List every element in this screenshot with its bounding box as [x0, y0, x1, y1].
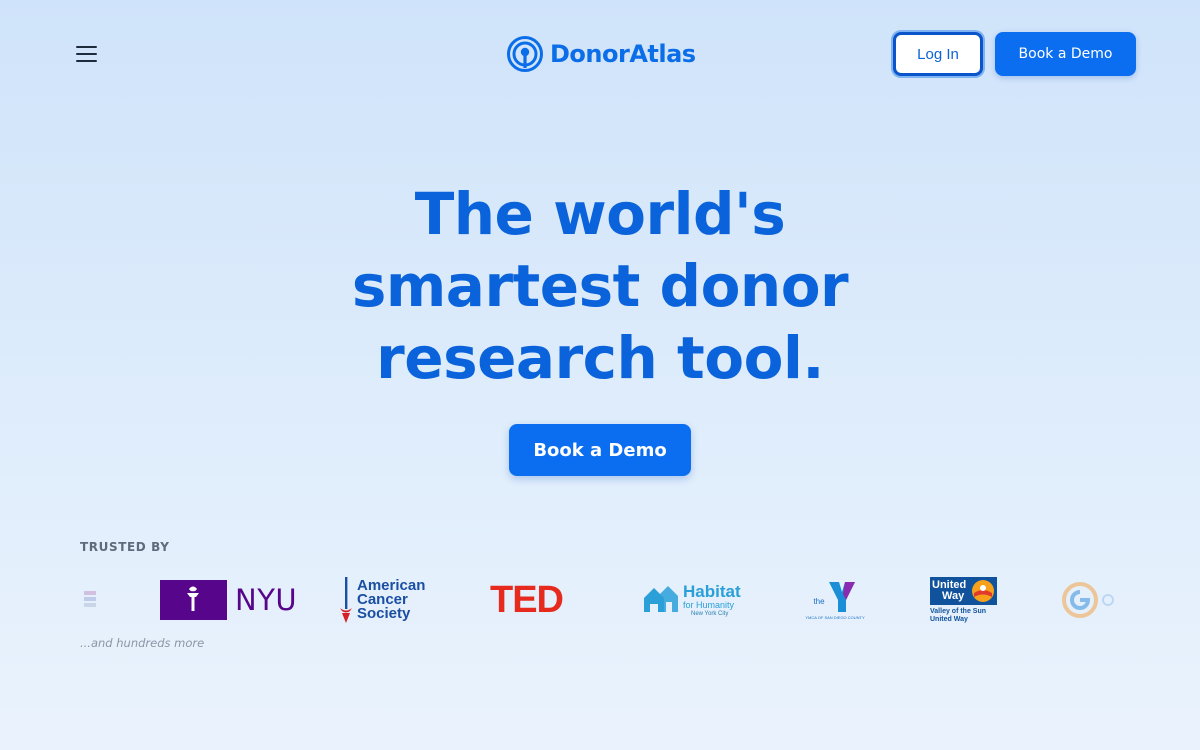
logo-carousel: NYU American Cancer Society TED Habitat … — [80, 570, 1120, 630]
hero-title-line: research tool. — [376, 324, 824, 392]
ymca-sub-text: YMCA OF SAN DIEGO COUNTY — [805, 615, 865, 620]
hero-title-line: smartest donor — [351, 252, 849, 320]
hamburger-menu-icon[interactable] — [70, 40, 102, 68]
radar-icon — [507, 36, 543, 72]
hero-title-line: The world's — [414, 180, 786, 248]
logo-habitat-for-humanity: Habitat for Humanity New York City — [642, 570, 741, 630]
book-demo-button-hero[interactable]: Book a Demo — [509, 424, 691, 476]
nyu-torch-icon — [160, 580, 227, 620]
united-way-sun-icon — [972, 579, 994, 602]
united-way-line-1: United — [932, 578, 967, 591]
united-way-line-3: Valley of the Sun — [930, 607, 987, 615]
acs-sword-icon — [340, 577, 352, 623]
united-way-line-4: United Way — [930, 615, 968, 623]
logo-partial-right — [1060, 570, 1120, 630]
book-demo-button-header[interactable]: Book a Demo — [995, 32, 1136, 76]
brand-logo[interactable]: DonorAtlas — [506, 34, 696, 74]
habitat-line-2: for Humanity — [683, 599, 735, 610]
logo-american-cancer-society: American Cancer Society — [338, 570, 425, 630]
brand-name: DonorAtlas — [550, 40, 696, 68]
habitat-line-3: New York City — [691, 610, 729, 617]
united-way-line-2: Way — [942, 589, 965, 602]
site-header: DonorAtlas Log In Book a Demo — [0, 0, 1200, 110]
hundreds-more-text: ...and hundreds more — [80, 636, 205, 650]
ymca-y-icon — [828, 582, 855, 612]
nyu-text: NYU — [235, 583, 298, 617]
logo-ymca: the YMCA OF SAN DIEGO COUNTY — [804, 570, 866, 630]
habitat-houses-icon — [644, 586, 678, 612]
trusted-by-label: TRUSTED BY — [80, 540, 170, 554]
acs-line-3: Society — [357, 605, 411, 622]
hero-title: The world's smartest donor research tool… — [300, 178, 900, 394]
logo-united-way: United Way Valley of the Sun United Way — [930, 570, 997, 630]
login-button[interactable]: Log In — [893, 32, 983, 76]
logo-partial-left — [80, 570, 100, 630]
ymca-small-text: the — [813, 597, 825, 606]
logo-nyu: NYU — [160, 570, 297, 630]
ted-text: TED — [490, 578, 564, 621]
logo-ted: TED — [490, 570, 564, 630]
habitat-line-1: Habitat — [683, 581, 741, 601]
